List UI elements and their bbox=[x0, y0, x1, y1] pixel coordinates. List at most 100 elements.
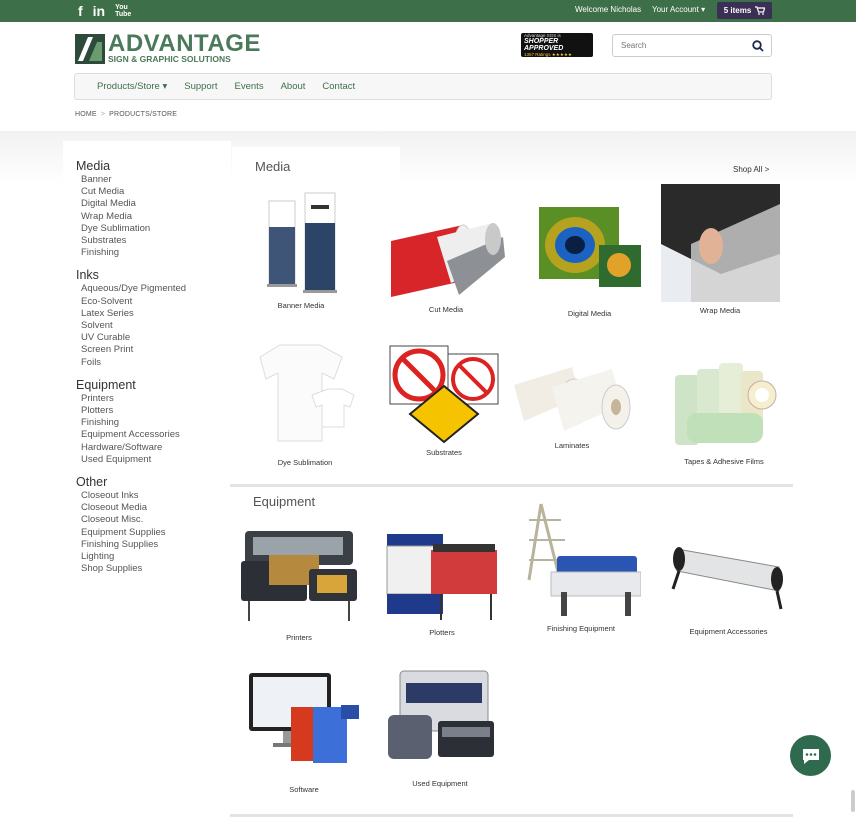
nav-events[interactable]: Events bbox=[235, 81, 264, 92]
substrates-image bbox=[389, 345, 499, 444]
product-banner-media[interactable]: Banner Media bbox=[246, 187, 356, 310]
sidebar-item[interactable]: Screen Print bbox=[76, 344, 231, 356]
sidebar-heading[interactable]: Media bbox=[76, 159, 231, 173]
sidebar-item[interactable]: Cut Media bbox=[76, 186, 231, 198]
product-label: Dye Sublimation bbox=[277, 458, 333, 467]
breadcrumb-separator: > bbox=[100, 111, 106, 118]
nav-support[interactable]: Support bbox=[184, 81, 217, 92]
product-tapes-adhesive-films[interactable]: Tapes & Adhesive Films bbox=[664, 355, 784, 466]
wrap-media-image bbox=[660, 184, 780, 302]
sidebar-item[interactable]: Equipment Supplies bbox=[76, 527, 231, 539]
sidebar-item[interactable]: Finishing bbox=[76, 417, 231, 429]
product-label: Tapes & Adhesive Films bbox=[684, 457, 764, 466]
sidebar-item[interactable]: Aqueous/Dye Pigmented bbox=[76, 283, 231, 295]
laminates-image bbox=[514, 367, 631, 431]
nav-about[interactable]: About bbox=[281, 81, 306, 92]
product-software[interactable]: Software bbox=[244, 669, 364, 794]
category-sidebar: Media Banner Cut Media Digital Media Wra… bbox=[63, 141, 231, 601]
product-printers[interactable]: Printers bbox=[237, 521, 361, 642]
section-title-equipment: Equipment bbox=[253, 494, 316, 509]
sidebar-item[interactable]: Wrap Media bbox=[76, 211, 231, 223]
cart-button[interactable]: 5 items bbox=[717, 2, 772, 19]
sidebar-item[interactable]: Solvent bbox=[76, 320, 231, 332]
sidebar-item[interactable]: Latex Series bbox=[76, 308, 231, 320]
product-cut-media[interactable]: Cut Media bbox=[384, 221, 508, 314]
top-bar: f in You Tube Welcome Nicholas Your Acco… bbox=[0, 0, 856, 22]
product-used-equipment[interactable]: Used Equipment bbox=[380, 665, 500, 788]
product-dye-sublimation[interactable]: Dye Sublimation bbox=[246, 339, 364, 467]
product-plotters[interactable]: Plotters bbox=[382, 524, 502, 637]
sidebar-item[interactable]: Printers bbox=[76, 393, 231, 405]
section-divider bbox=[230, 814, 793, 817]
sidebar-item[interactable]: Finishing bbox=[76, 247, 231, 259]
youtube-icon[interactable]: You Tube bbox=[115, 4, 131, 18]
used-equipment-image bbox=[388, 670, 494, 759]
cart-count: 5 items bbox=[723, 6, 752, 15]
sidebar-heading[interactable]: Equipment bbox=[76, 378, 231, 392]
nav-contact[interactable]: Contact bbox=[322, 81, 355, 92]
sidebar-item[interactable]: Equipment Accessories bbox=[76, 429, 231, 441]
software-image bbox=[249, 673, 359, 763]
product-label: Used Equipment bbox=[412, 779, 468, 788]
dye-sublimation-image bbox=[259, 344, 355, 442]
sidebar-item[interactable]: Banner bbox=[76, 174, 231, 186]
sidebar-group-equipment: Equipment Printers Plotters Finishing Eq… bbox=[76, 378, 231, 466]
sidebar-item[interactable]: UV Curable bbox=[76, 332, 231, 344]
search-box bbox=[612, 34, 772, 57]
logo-main-text: ADVANTAGE bbox=[108, 30, 261, 57]
sidebar-item[interactable]: Substrates bbox=[76, 235, 231, 247]
sidebar-item[interactable]: Hardware/Software bbox=[76, 442, 231, 454]
welcome-text: Welcome Nicholas bbox=[575, 5, 642, 14]
sidebar-group-inks: Inks Aqueous/Dye Pigmented Eco-Solvent L… bbox=[76, 268, 231, 368]
sidebar-item[interactable]: Digital Media bbox=[76, 198, 231, 210]
scrollbar-thumb[interactable] bbox=[851, 790, 855, 812]
section-title-media: Media bbox=[255, 159, 291, 174]
page: f in You Tube Welcome Nicholas Your Acco… bbox=[0, 0, 856, 820]
cart-icon bbox=[755, 6, 766, 15]
logo-sub-text: SIGN & GRAPHIC SOLUTIONS bbox=[108, 54, 231, 64]
sidebar-item[interactable]: Eco-Solvent bbox=[76, 296, 231, 308]
sidebar-item[interactable]: Used Equipment bbox=[76, 454, 231, 466]
product-equipment-accessories[interactable]: Equipment Accessories bbox=[666, 533, 791, 636]
product-finishing-equipment[interactable]: Finishing Equipment bbox=[521, 500, 641, 633]
sidebar-item[interactable]: Closeout Media bbox=[76, 502, 231, 514]
sidebar-item[interactable]: Closeout Misc. bbox=[76, 514, 231, 526]
sidebar-item[interactable]: Foils bbox=[76, 357, 231, 369]
sidebar-item[interactable]: Lighting bbox=[76, 551, 231, 563]
sidebar-item[interactable]: Shop Supplies bbox=[76, 563, 231, 575]
badge-line-3: 1357 Ratings ★★★★★ bbox=[524, 51, 572, 57]
search-input[interactable] bbox=[613, 35, 743, 56]
main-nav: Products/Store ▾ Support Events About Co… bbox=[74, 73, 772, 100]
sidebar-heading[interactable]: Inks bbox=[76, 268, 231, 282]
product-label: Printers bbox=[286, 633, 312, 642]
product-label: Equipment Accessories bbox=[689, 627, 768, 636]
breadcrumb-home[interactable]: HOME bbox=[75, 111, 97, 118]
product-wrap-media[interactable]: Wrap Media bbox=[660, 184, 780, 315]
shopper-approved-badge[interactable]: Advantage SGS is SHOPPER APPROVED 1357 R… bbox=[521, 33, 593, 57]
breadcrumb-current: PRODUCTS/STORE bbox=[109, 111, 178, 118]
product-label: Digital Media bbox=[567, 309, 612, 318]
sidebar-heading[interactable]: Other bbox=[76, 475, 231, 489]
nav-products-store[interactable]: Products/Store ▾ bbox=[97, 81, 167, 92]
sidebar-item[interactable]: Closeout Inks bbox=[76, 490, 231, 502]
product-grid-area: Media Shop All > Banner Media Cut Media … bbox=[230, 141, 802, 820]
tapes-adhesive-films-image bbox=[674, 363, 776, 445]
product-laminates[interactable]: Laminates bbox=[512, 365, 632, 450]
product-label: Finishing Equipment bbox=[547, 624, 615, 633]
logo-mark-icon bbox=[75, 33, 105, 64]
product-label: Laminates bbox=[554, 441, 590, 450]
facebook-icon[interactable]: f bbox=[78, 2, 83, 20]
search-icon[interactable] bbox=[752, 40, 764, 52]
sidebar-item[interactable]: Dye Sublimation bbox=[76, 223, 231, 235]
your-account-menu[interactable]: Your Account ▾ bbox=[652, 5, 705, 14]
product-label: Plotters bbox=[429, 628, 455, 637]
sidebar-item[interactable]: Plotters bbox=[76, 405, 231, 417]
cut-media-image bbox=[391, 223, 505, 297]
chat-button[interactable] bbox=[790, 735, 831, 776]
site-logo[interactable]: ADVANTAGE SIGN & GRAPHIC SOLUTIONS bbox=[75, 30, 261, 64]
sidebar-item[interactable]: Finishing Supplies bbox=[76, 539, 231, 551]
linkedin-icon[interactable]: in bbox=[93, 2, 105, 20]
product-digital-media[interactable]: Digital Media bbox=[532, 205, 647, 318]
product-substrates[interactable]: Substrates bbox=[385, 344, 503, 457]
shop-all-link[interactable]: Shop All > bbox=[733, 165, 769, 174]
